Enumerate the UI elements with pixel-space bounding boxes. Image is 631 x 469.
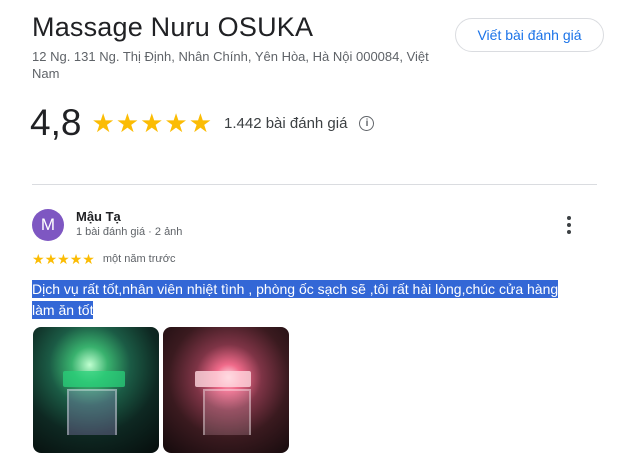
info-icon[interactable]: i	[359, 115, 375, 131]
more-vert-icon[interactable]	[560, 212, 578, 238]
rating-summary: 4,8 ★ ★ ★ ★ ★ 1.442 bài đánh giá i	[30, 101, 375, 145]
storefront-sign	[195, 371, 251, 387]
reviewer-name[interactable]: Mậu Tạ	[76, 209, 121, 224]
avatar[interactable]: M	[32, 209, 64, 241]
review-photo[interactable]	[33, 327, 159, 453]
review-photo[interactable]	[163, 327, 289, 453]
more-dot	[567, 230, 571, 234]
storefront-door	[67, 389, 117, 435]
star-icon: ★	[164, 108, 188, 138]
place-title: Massage Nuru OSUKA	[32, 12, 314, 42]
star-icon: ★	[115, 108, 140, 138]
place-address: 12 Ng. 131 Ng. Thị Định, Nhân Chính, Yên…	[32, 49, 429, 81]
reviewer-meta: 1 bài đánh giá · 2 ảnh	[76, 226, 183, 238]
review-text-selected: Dịch vụ rất tốt,nhân viên nhiệt tình , p…	[32, 280, 559, 319]
rating-stars: ★ ★ ★ ★ ★	[91, 110, 212, 136]
review-stars: ★ ★ ★ ★ ★	[32, 252, 95, 266]
rating-value: 4,8	[30, 102, 82, 143]
write-review-button[interactable]: Viết bài đánh giá	[455, 18, 604, 52]
more-dot	[567, 216, 571, 220]
star-icon: ★	[32, 251, 45, 267]
divider	[32, 184, 597, 185]
star-icon: ★	[188, 108, 212, 138]
more-dot	[567, 223, 571, 227]
star-icon: ★	[57, 251, 70, 267]
review-count[interactable]: 1.442 bài đánh giá	[224, 115, 347, 132]
storefront-door	[203, 389, 251, 435]
review-text: Dịch vụ rất tốt,nhân viên nhiệt tình , p…	[32, 279, 572, 321]
review-rating: ★ ★ ★ ★ ★ một năm trước	[32, 252, 175, 266]
storefront-sign	[63, 371, 125, 387]
review-date: một năm trước	[102, 253, 176, 265]
star-icon: ★	[44, 251, 58, 267]
star-icon: ★	[69, 251, 83, 267]
star-icon: ★	[82, 251, 95, 267]
star-icon: ★	[140, 108, 164, 138]
star-icon: ★	[91, 108, 115, 138]
